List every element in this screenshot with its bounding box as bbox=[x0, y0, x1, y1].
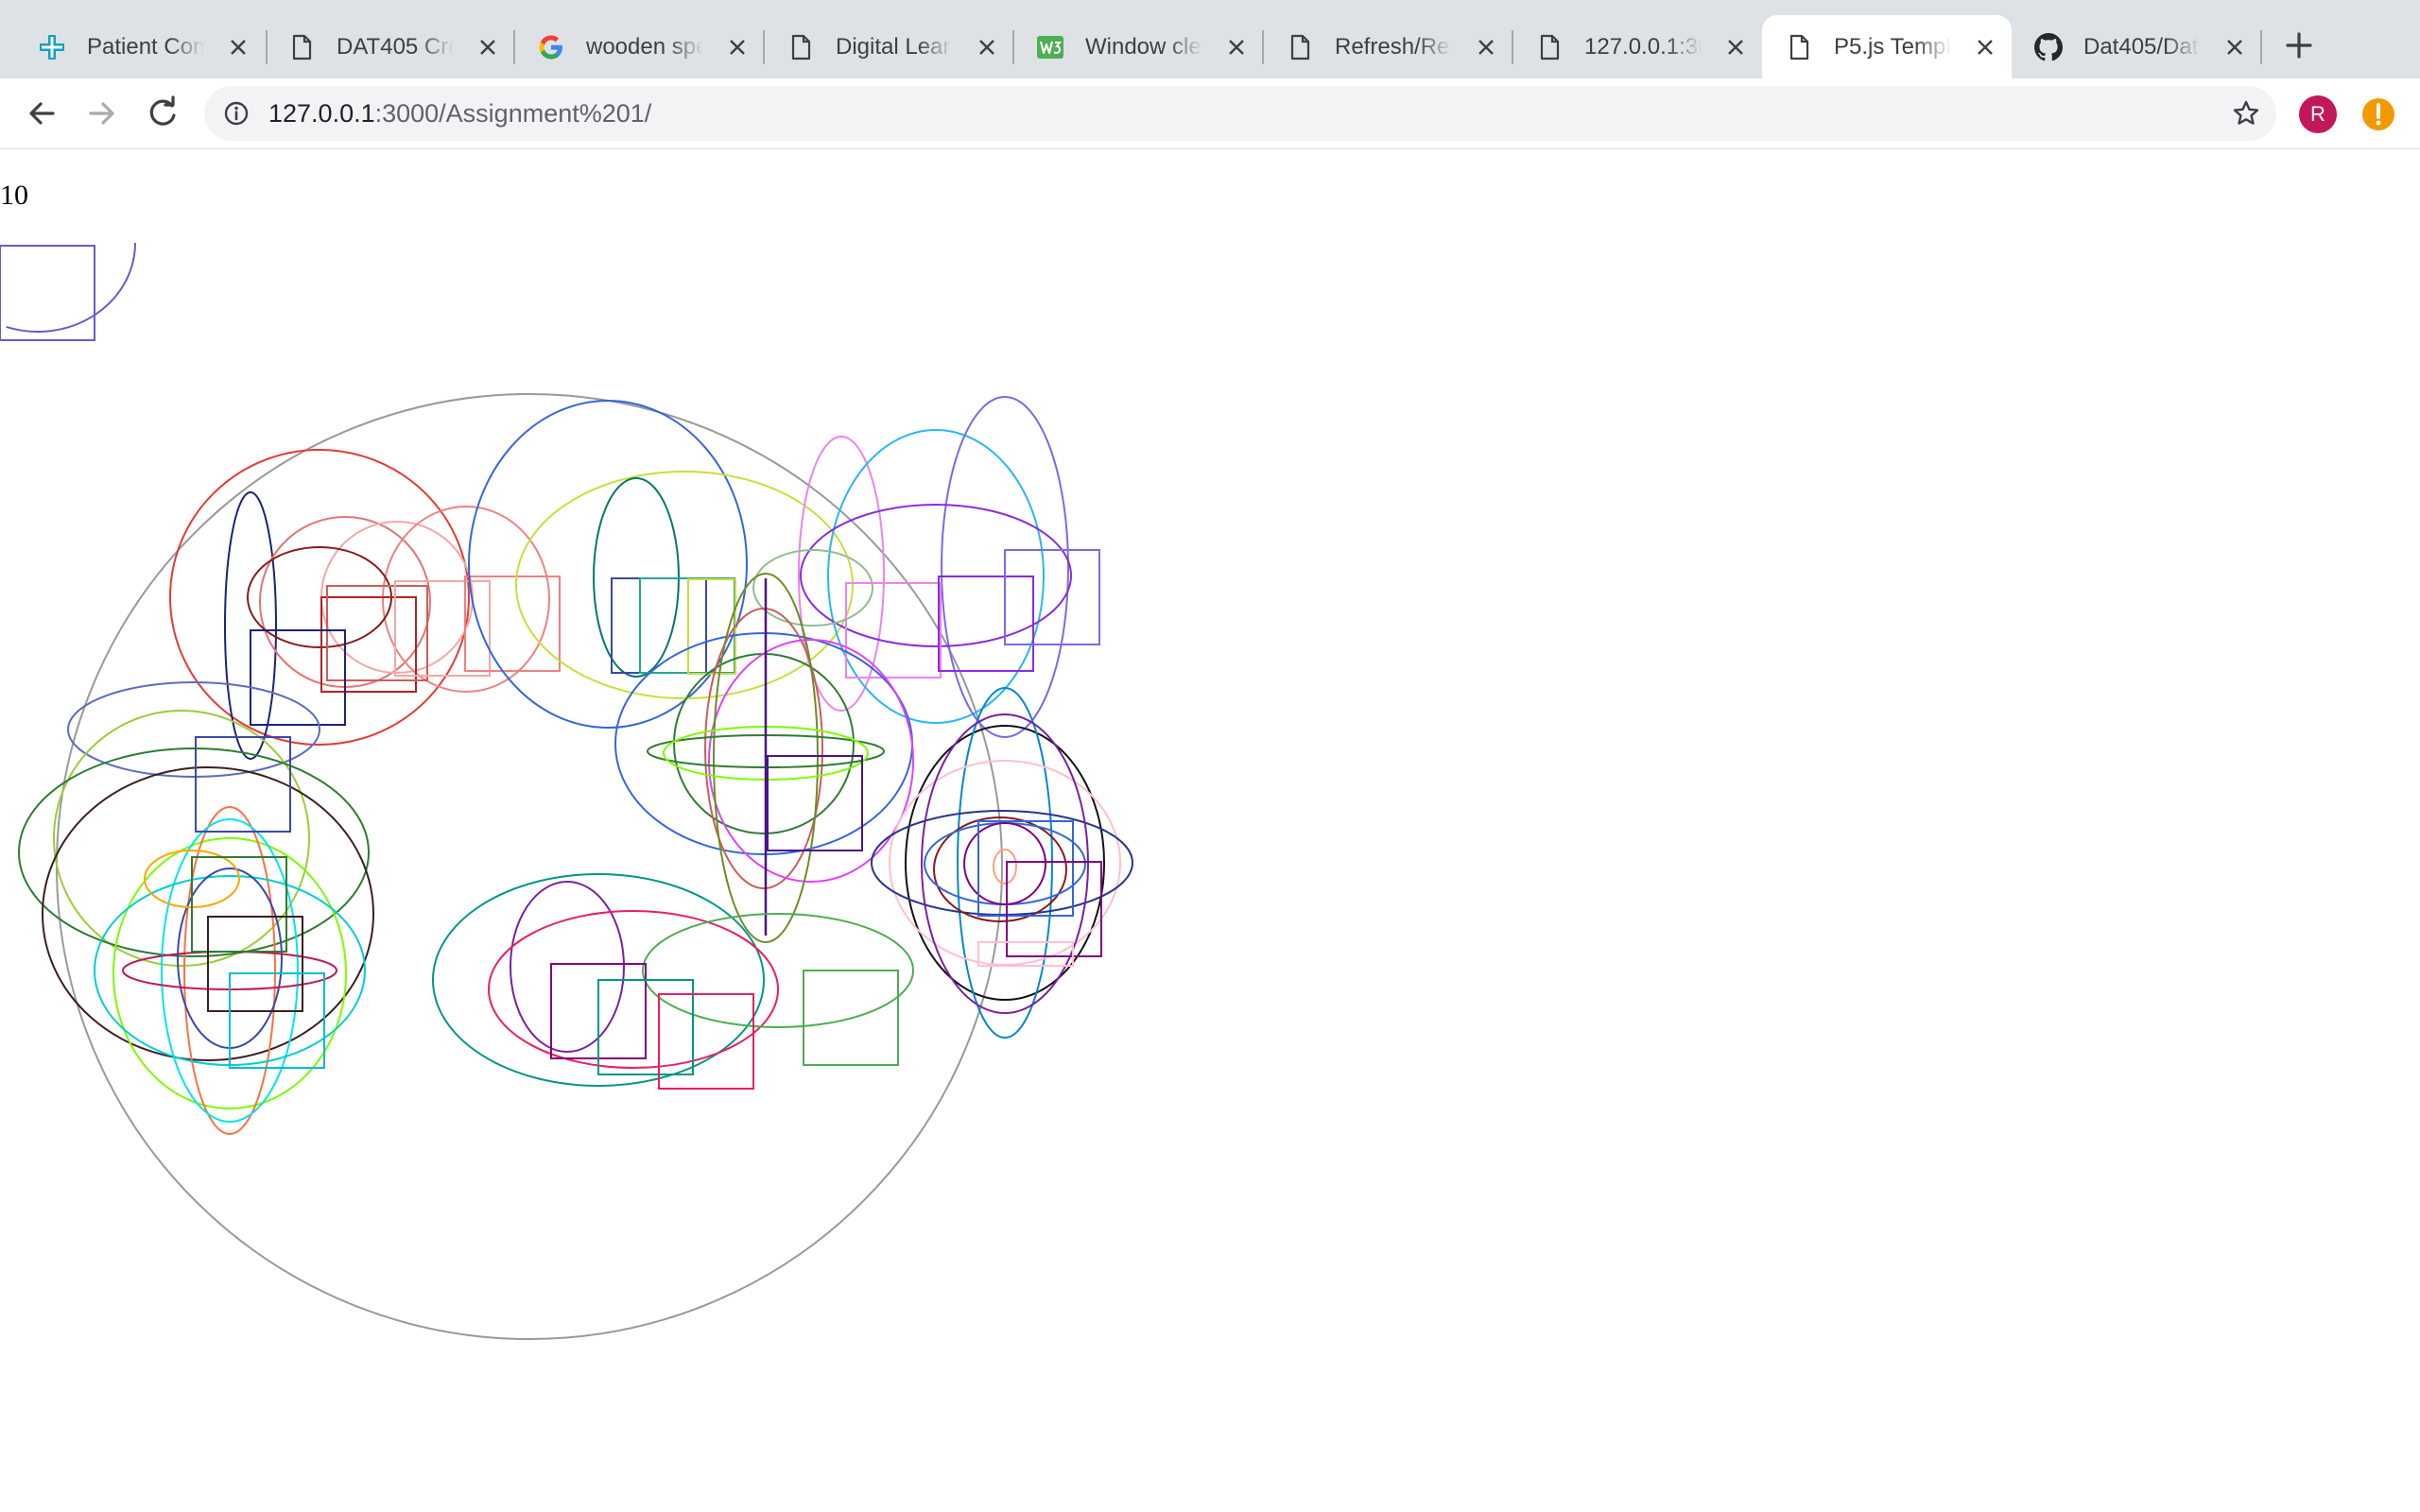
tab-separator bbox=[2260, 30, 2262, 64]
tab-title: DAT405 Cre bbox=[337, 34, 454, 60]
tab-title: 127.0.0.1:30 bbox=[1584, 34, 1702, 60]
sketch-ellipse-55 bbox=[161, 818, 299, 1123]
sketch-rect-25 bbox=[845, 582, 942, 679]
sketch-ellipse-14 bbox=[468, 400, 748, 729]
url-path: :3000/Assignment%201/ bbox=[374, 99, 652, 128]
url-host: 127.0.0.1 bbox=[268, 99, 375, 128]
document-icon bbox=[1540, 34, 1560, 60]
sketch-arc-2 bbox=[6, 243, 136, 333]
google-g-icon bbox=[539, 35, 562, 60]
sketch-rect-9 bbox=[320, 596, 417, 693]
tab-title: Refresh/Rel bbox=[1335, 34, 1452, 60]
tab-refresh-rel[interactable]: Refresh/Rel bbox=[1263, 15, 1512, 78]
close-icon[interactable] bbox=[2223, 36, 2246, 59]
sketch-ellipse-29 bbox=[673, 653, 855, 834]
tab-title: Patient Com bbox=[87, 34, 204, 60]
sketch-ellipse-54 bbox=[183, 806, 276, 1135]
sketch-rect-36 bbox=[767, 755, 863, 851]
browser-toolbar: 127.0.0.1:3000/Assignment%201/ R bbox=[0, 78, 2420, 148]
sketch-rect-62 bbox=[207, 916, 303, 1012]
medical-cross-icon bbox=[40, 35, 64, 60]
tab-title: wooden spe bbox=[586, 34, 703, 60]
close-icon[interactable] bbox=[1225, 36, 1248, 59]
tab-p5js-template[interactable]: P5.js Templ bbox=[1762, 15, 2012, 78]
document-icon bbox=[791, 34, 811, 60]
page-content: 10 bbox=[0, 149, 2420, 1512]
document-icon bbox=[292, 34, 312, 60]
tab-title: Window cle bbox=[1085, 34, 1201, 60]
close-icon[interactable] bbox=[227, 36, 250, 59]
tab-dat405-github[interactable]: Dat405/Dat bbox=[2012, 15, 2261, 78]
browser-chrome: Patient Com DAT405 Cre wooden spe Digita… bbox=[0, 0, 2420, 149]
sketch-ellipse-24 bbox=[752, 549, 873, 627]
close-icon[interactable] bbox=[476, 36, 499, 59]
close-icon[interactable] bbox=[1475, 36, 1497, 59]
sketch-rect-10 bbox=[326, 585, 428, 681]
sketch-ellipse-44 bbox=[963, 822, 1046, 905]
sketch-ellipse-51 bbox=[18, 747, 370, 957]
close-icon[interactable] bbox=[1724, 36, 1747, 59]
close-icon[interactable] bbox=[1974, 36, 1996, 59]
close-icon[interactable] bbox=[976, 36, 998, 59]
document-icon bbox=[1789, 34, 1809, 60]
p5-sketch-canvas[interactable] bbox=[0, 243, 1134, 1398]
tab-localhost[interactable]: 127.0.0.1:30 bbox=[1512, 15, 1762, 78]
tab-patient-com[interactable]: Patient Com bbox=[15, 15, 265, 78]
info-icon[interactable] bbox=[223, 100, 250, 127]
address-bar[interactable]: 127.0.0.1:3000/Assignment%201/ bbox=[204, 86, 2276, 141]
document-icon bbox=[1290, 34, 1310, 60]
bookmark-star-icon[interactable] bbox=[2231, 98, 2261, 129]
back-arrow-icon[interactable] bbox=[19, 91, 64, 136]
tab-digital-lear[interactable]: Digital Lear bbox=[764, 15, 1013, 78]
forward-arrow-icon[interactable] bbox=[79, 91, 125, 136]
sketch-ellipse-66 bbox=[488, 910, 779, 1069]
tab-title: Dat405/Dat bbox=[2083, 34, 2199, 60]
sketch-ellipse-42 bbox=[924, 822, 1086, 905]
new-tab-plus-icon[interactable] bbox=[2276, 23, 2322, 68]
w3schools-icon bbox=[1037, 36, 1063, 59]
reload-icon[interactable] bbox=[140, 91, 185, 136]
tab-window-cle[interactable]: Window cle bbox=[1013, 15, 1263, 78]
alert-icon[interactable] bbox=[2360, 95, 2397, 133]
sketch-rect-27 bbox=[1004, 549, 1100, 645]
profile-avatar[interactable]: R bbox=[2299, 95, 2337, 133]
sketch-ellipse-45 bbox=[993, 849, 1017, 885]
github-icon bbox=[2034, 33, 2063, 61]
sketch-rect-12 bbox=[394, 580, 491, 677]
sketch-rect-1 bbox=[0, 245, 95, 341]
tab-strip: Patient Com DAT405 Cre wooden spe Digita… bbox=[0, 0, 2420, 78]
sketch-rect-17 bbox=[611, 577, 707, 674]
sketch-ellipse-3 bbox=[169, 449, 470, 746]
tab-title: Digital Lear bbox=[836, 34, 951, 60]
frame-counter: 10 bbox=[0, 180, 28, 211]
tab-dat405-cre[interactable]: DAT405 Cre bbox=[265, 15, 514, 78]
sketch-ellipse-43 bbox=[921, 713, 1089, 1014]
url-text[interactable]: 127.0.0.1:3000/Assignment%201/ bbox=[268, 98, 651, 129]
sketch-ellipse-65 bbox=[510, 881, 625, 1053]
tab-wooden-spe[interactable]: wooden spe bbox=[514, 15, 764, 78]
tab-title: P5.js Templ bbox=[1834, 34, 1951, 60]
close-icon[interactable] bbox=[726, 36, 749, 59]
